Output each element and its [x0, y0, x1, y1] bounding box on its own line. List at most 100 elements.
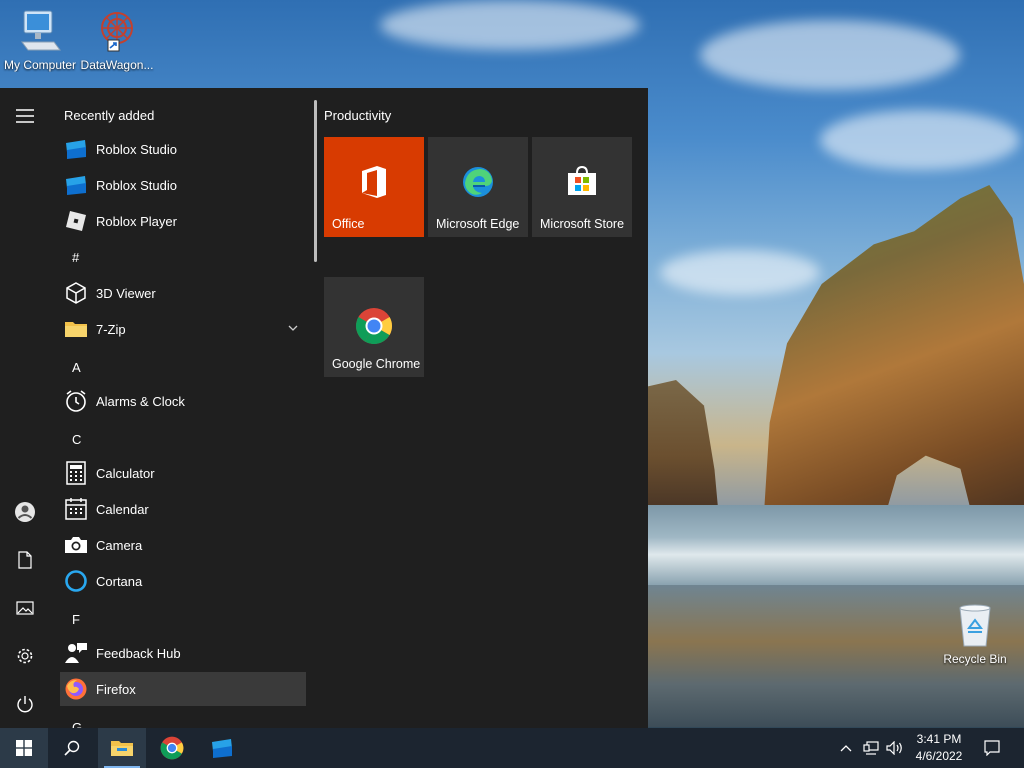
clock-date: 4/6/2022 — [915, 749, 963, 763]
app-item-7-zip[interactable]: 7-Zip — [60, 312, 306, 346]
app-label: Roblox Player — [96, 213, 177, 229]
show-hidden-icons-button[interactable] — [836, 728, 856, 768]
tile-office[interactable]: Office — [324, 137, 424, 237]
app-label: Calendar — [96, 501, 149, 517]
start-menu: Recently added Roblox Studio Roblox Stud… — [0, 88, 648, 728]
start-rail — [0, 88, 50, 728]
tile-label: Microsoft Edge — [436, 217, 520, 231]
cloud — [660, 250, 820, 295]
app-item-roblox-studio-2[interactable]: Roblox Studio — [60, 168, 306, 202]
app-label: 7-Zip — [96, 321, 126, 337]
app-label: Roblox Studio — [96, 141, 177, 157]
taskbar-clock[interactable]: 3:41 PM 4/6/2022 — [908, 731, 970, 765]
tile-label: Office — [332, 217, 365, 231]
sea — [648, 505, 1024, 585]
chevron-down-icon[interactable] — [288, 325, 298, 332]
app-label: Camera — [96, 537, 143, 553]
cortana-icon — [64, 569, 88, 593]
roblox-player-icon — [64, 209, 88, 233]
cloud — [380, 0, 640, 50]
calendar-icon — [64, 497, 88, 521]
tile-microsoft-edge[interactable]: Microsoft Edge — [428, 137, 528, 237]
speaker-icon — [886, 741, 902, 755]
user-icon — [15, 502, 35, 522]
hamburger-icon — [16, 109, 34, 123]
chrome-icon — [355, 308, 393, 345]
roblox-studio-icon — [212, 739, 232, 758]
3d-viewer-icon — [64, 281, 88, 305]
app-list: Recently added Roblox Studio Roblox Stud… — [54, 88, 312, 728]
edge-icon — [463, 167, 493, 197]
taskbar-roblox-studio[interactable] — [198, 728, 246, 768]
recycle-bin-icon — [959, 604, 991, 647]
camera-icon — [64, 533, 88, 557]
desktop-icon-label: My Computer — [3, 58, 77, 72]
app-item-roblox-studio[interactable]: Roblox Studio — [60, 132, 306, 166]
network-icon — [863, 741, 879, 755]
cloud — [700, 20, 960, 90]
office-icon — [362, 166, 386, 198]
search-icon — [64, 740, 80, 756]
desktop-icon-recycle-bin[interactable]: Recycle Bin — [935, 602, 1015, 666]
app-item-alarms-clock[interactable]: Alarms & Clock — [60, 384, 306, 418]
app-label: Cortana — [96, 573, 143, 589]
app-item-calendar[interactable]: Calendar — [60, 492, 306, 526]
taskbar-google-chrome[interactable] — [148, 728, 196, 768]
search-button[interactable] — [48, 728, 96, 768]
documents-button[interactable] — [0, 540, 50, 580]
calculator-icon — [64, 461, 88, 485]
rock-stack — [648, 380, 718, 508]
app-item-cortana[interactable]: Cortana — [60, 564, 306, 598]
app-label: Firefox — [96, 681, 136, 697]
desktop-icon-my-computer[interactable]: My Computer — [0, 8, 80, 72]
app-label: Alarms & Clock — [96, 393, 185, 409]
taskbar-file-explorer[interactable] — [98, 728, 146, 768]
datawagon-icon — [101, 12, 133, 52]
windows-icon — [16, 740, 32, 756]
desktop-icon-label: DataWagon... — [80, 58, 154, 72]
app-label: 3D Viewer — [96, 285, 156, 301]
folder-icon — [64, 317, 88, 341]
app-item-firefox[interactable]: Firefox — [60, 672, 306, 706]
section-header-hash[interactable]: # — [72, 248, 79, 268]
documents-icon — [18, 551, 32, 569]
settings-icon — [17, 648, 33, 664]
tile-microsoft-store[interactable]: Microsoft Store — [532, 137, 632, 237]
start-button[interactable] — [0, 728, 48, 768]
section-header-g[interactable]: G — [72, 718, 82, 728]
app-item-camera[interactable]: Camera — [60, 528, 306, 562]
computer-icon — [21, 10, 61, 51]
app-item-3d-viewer[interactable]: 3D Viewer — [60, 276, 306, 310]
network-button[interactable] — [860, 728, 882, 768]
settings-button[interactable] — [0, 636, 50, 676]
power-button[interactable] — [0, 684, 50, 724]
tile-label: Google Chrome — [332, 357, 421, 371]
action-center-button[interactable] — [976, 728, 1008, 768]
rock-arch — [763, 185, 1024, 515]
volume-button[interactable] — [884, 728, 906, 768]
section-header-f[interactable]: F — [72, 610, 80, 630]
taskbar: 3:41 PM 4/6/2022 — [0, 728, 1024, 768]
file-explorer-icon — [111, 741, 133, 756]
section-header-c[interactable]: C — [72, 430, 81, 450]
desktop-icon-datawagon[interactable]: DataWagon... — [77, 8, 157, 72]
app-item-calculator[interactable]: Calculator — [60, 456, 306, 490]
expand-button[interactable] — [0, 96, 50, 136]
section-header-a[interactable]: A — [72, 358, 81, 378]
app-item-feedback-hub[interactable]: Feedback Hub — [60, 636, 306, 670]
app-label: Roblox Studio — [96, 177, 177, 193]
chrome-icon — [160, 736, 184, 760]
account-button[interactable] — [0, 492, 50, 532]
roblox-studio-icon — [64, 173, 88, 197]
clock-time: 3:41 PM — [916, 732, 962, 746]
app-item-roblox-player[interactable]: Roblox Player — [60, 204, 306, 238]
tile-google-chrome[interactable]: Google Chrome — [324, 277, 424, 377]
firefox-icon — [64, 677, 88, 701]
app-label: Calculator — [96, 465, 155, 481]
recently-added-header: Recently added — [64, 108, 155, 123]
tile-label: Microsoft Store — [540, 217, 625, 231]
pictures-button[interactable] — [0, 588, 50, 628]
tile-group-title[interactable]: Productivity — [324, 108, 391, 123]
app-label: Feedback Hub — [96, 645, 181, 661]
app-list-scrollbar[interactable] — [314, 100, 317, 262]
